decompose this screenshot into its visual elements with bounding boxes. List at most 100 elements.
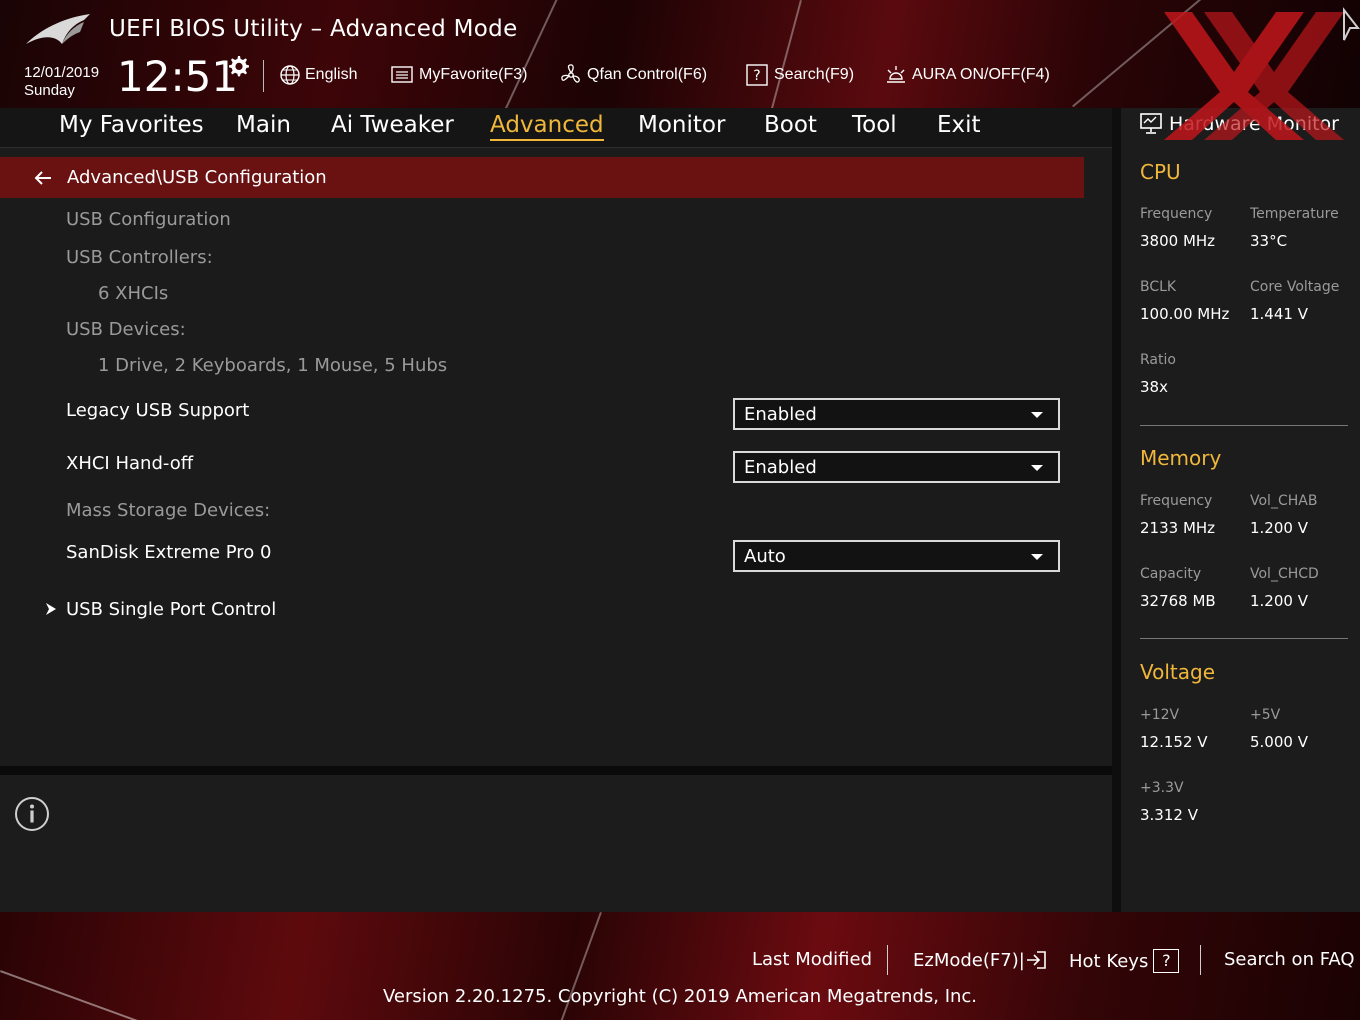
tab-advanced[interactable]: Advanced — [490, 112, 604, 141]
vol-chcd-label: Vol_CHCD — [1250, 566, 1319, 582]
section-divider — [1140, 425, 1348, 426]
capacity-value: 32768 MB — [1140, 592, 1216, 610]
usb-configuration-heading: USB Configuration — [66, 209, 231, 230]
sandisk-extreme-pro-value: Auto — [744, 545, 786, 567]
info-divider — [0, 766, 1112, 775]
cpu-frequency-value: 3800 MHz — [1140, 232, 1216, 250]
mouse-cursor-icon — [1343, 7, 1360, 41]
legacy-usb-support-value: Enabled — [744, 403, 817, 425]
header-divider — [263, 60, 264, 92]
submenu-arrow-icon — [46, 603, 56, 615]
section-divider — [1140, 638, 1348, 639]
core-voltage-value: 1.441 V — [1250, 305, 1308, 323]
myfavorite-label: MyFavorite(F3) — [419, 66, 528, 83]
vol-chcd-value: 1.200 V — [1250, 592, 1308, 610]
core-voltage-label: Core Voltage — [1250, 279, 1340, 295]
bclk-label: BCLK — [1140, 279, 1177, 295]
search-faq-button[interactable]: Search on FAQ — [1224, 949, 1355, 970]
aura-light-icon — [887, 66, 905, 83]
usb-devices-label: USB Devices: — [66, 319, 186, 340]
xx-watermark-logo — [1164, 12, 1344, 140]
tab-exit[interactable]: Exit — [937, 112, 981, 138]
xhci-handoff-select[interactable]: Enabled — [733, 451, 1060, 483]
aura-toggle-label: AURA ON/OFF(F4) — [912, 66, 1050, 83]
header-bar: UEFI BIOS Utility – Advanced Mode 12/01/… — [0, 0, 1360, 108]
language-button[interactable]: English — [279, 62, 357, 88]
qfan-control-button[interactable]: Qfan Control(F6) — [559, 62, 707, 88]
v33-label: +3.3V — [1140, 780, 1184, 796]
info-icon — [15, 797, 49, 831]
globe-icon — [280, 65, 300, 85]
memory-frequency-value: 2133 MHz — [1140, 519, 1216, 537]
date-display: 12/01/2019 Sunday — [24, 64, 99, 100]
usb-controllers-value: 6 XHCIs — [98, 283, 169, 304]
cpu-frequency-label: Frequency — [1140, 206, 1213, 222]
ezmode-button[interactable]: EzMode(F7)| — [913, 949, 1047, 971]
hardware-monitor-body: Hardware Monitor CPU Frequency 3800 MHz … — [1121, 108, 1360, 912]
gear-icon[interactable] — [226, 54, 250, 78]
cpu-temperature-value: 33°C — [1250, 232, 1288, 250]
footer-divider — [1200, 945, 1201, 975]
sandisk-extreme-pro-select[interactable]: Auto — [733, 540, 1060, 572]
dropdown-caret-icon — [1031, 465, 1043, 471]
usb-single-port-control-link[interactable]: USB Single Port Control — [66, 599, 276, 620]
vol-chab-value: 1.200 V — [1250, 519, 1308, 537]
hot-keys-label: Hot Keys — [1069, 950, 1149, 972]
date-text: 12/01/2019 — [24, 64, 100, 81]
tab-ai-tweaker[interactable]: Ai Tweaker — [331, 112, 454, 138]
vol-chab-label: Vol_CHAB — [1250, 493, 1318, 509]
cpu-temperature-label: Temperature — [1250, 206, 1339, 222]
aura-toggle-button[interactable]: AURA ON/OFF(F4) — [884, 62, 1050, 88]
background-streak — [763, 0, 802, 108]
legacy-usb-support-select[interactable]: Enabled — [733, 398, 1060, 430]
usb-devices-value: 1 Drive, 2 Keyboards, 1 Mouse, 5 Hubs — [98, 355, 448, 376]
voltage-section-title: Voltage — [1140, 660, 1216, 684]
rog-logo-icon — [26, 14, 90, 44]
hardware-monitor-panel: Hardware Monitor CPU Frequency 3800 MHz … — [1112, 108, 1360, 912]
search-help-icon: ? — [746, 64, 768, 86]
ezmode-label: EzMode(F7)| — [913, 949, 1025, 971]
bclk-value: 100.00 MHz — [1140, 305, 1230, 323]
settings-panel: Advanced\USB Configuration USB Configura… — [0, 148, 1112, 766]
fan-icon — [561, 64, 580, 83]
memory-frequency-label: Frequency — [1140, 493, 1213, 509]
footer-bar: Last Modified EzMode(F7)| Hot Keys ? Sea… — [0, 912, 1360, 1020]
ratio-value: 38x — [1140, 378, 1168, 396]
last-modified-button[interactable]: Last Modified — [752, 949, 872, 970]
back-arrow-icon[interactable] — [33, 170, 53, 186]
tab-boot[interactable]: Boot — [764, 112, 817, 138]
tab-my-favorites[interactable]: My Favorites — [59, 112, 204, 138]
v5-label: +5V — [1250, 707, 1281, 723]
tab-monitor[interactable]: Monitor — [638, 112, 725, 138]
search-button[interactable]: ? Search(F9) — [746, 62, 854, 88]
hot-keys-button[interactable]: Hot Keys ? — [1069, 949, 1180, 973]
v33-value: 3.312 V — [1140, 806, 1198, 824]
ratio-label: Ratio — [1140, 352, 1176, 368]
xhci-handoff-label[interactable]: XHCI Hand-off — [66, 453, 193, 474]
sandisk-extreme-pro-label[interactable]: SanDisk Extreme Pro 0 — [66, 542, 271, 563]
tab-tool[interactable]: Tool — [852, 112, 897, 138]
dropdown-caret-icon — [1031, 412, 1043, 418]
svg-text:?: ? — [753, 68, 760, 84]
v12-value: 12.152 V — [1140, 733, 1208, 751]
usb-controllers-label: USB Controllers: — [66, 247, 213, 268]
monitor-screen-icon — [1140, 113, 1162, 134]
help-info-panel — [0, 775, 1112, 912]
legacy-usb-support-label[interactable]: Legacy USB Support — [66, 400, 249, 421]
capacity-label: Capacity — [1140, 566, 1202, 582]
mass-storage-devices-label: Mass Storage Devices: — [66, 500, 271, 521]
footer-divider — [887, 945, 888, 975]
version-copyright: Version 2.20.1275. Copyright (C) 2019 Am… — [382, 986, 978, 1007]
language-label: English — [305, 66, 358, 83]
myfavorite-button[interactable]: MyFavorite(F3) — [391, 62, 527, 88]
search-label: Search(F9) — [774, 66, 855, 83]
app-title: UEFI BIOS Utility – Advanced Mode — [109, 16, 518, 42]
day-text: Sunday — [24, 82, 75, 99]
dropdown-caret-icon — [1031, 554, 1043, 560]
v5-value: 5.000 V — [1250, 733, 1308, 751]
tab-main[interactable]: Main — [236, 112, 291, 138]
breadcrumb: Advanced\USB Configuration — [0, 157, 1084, 198]
clock-display: 12:51 — [117, 52, 239, 101]
main-tab-bar: My Favorites Main Ai Tweaker Advanced Mo… — [0, 108, 1112, 148]
breadcrumb-path: Advanced\USB Configuration — [67, 167, 327, 188]
